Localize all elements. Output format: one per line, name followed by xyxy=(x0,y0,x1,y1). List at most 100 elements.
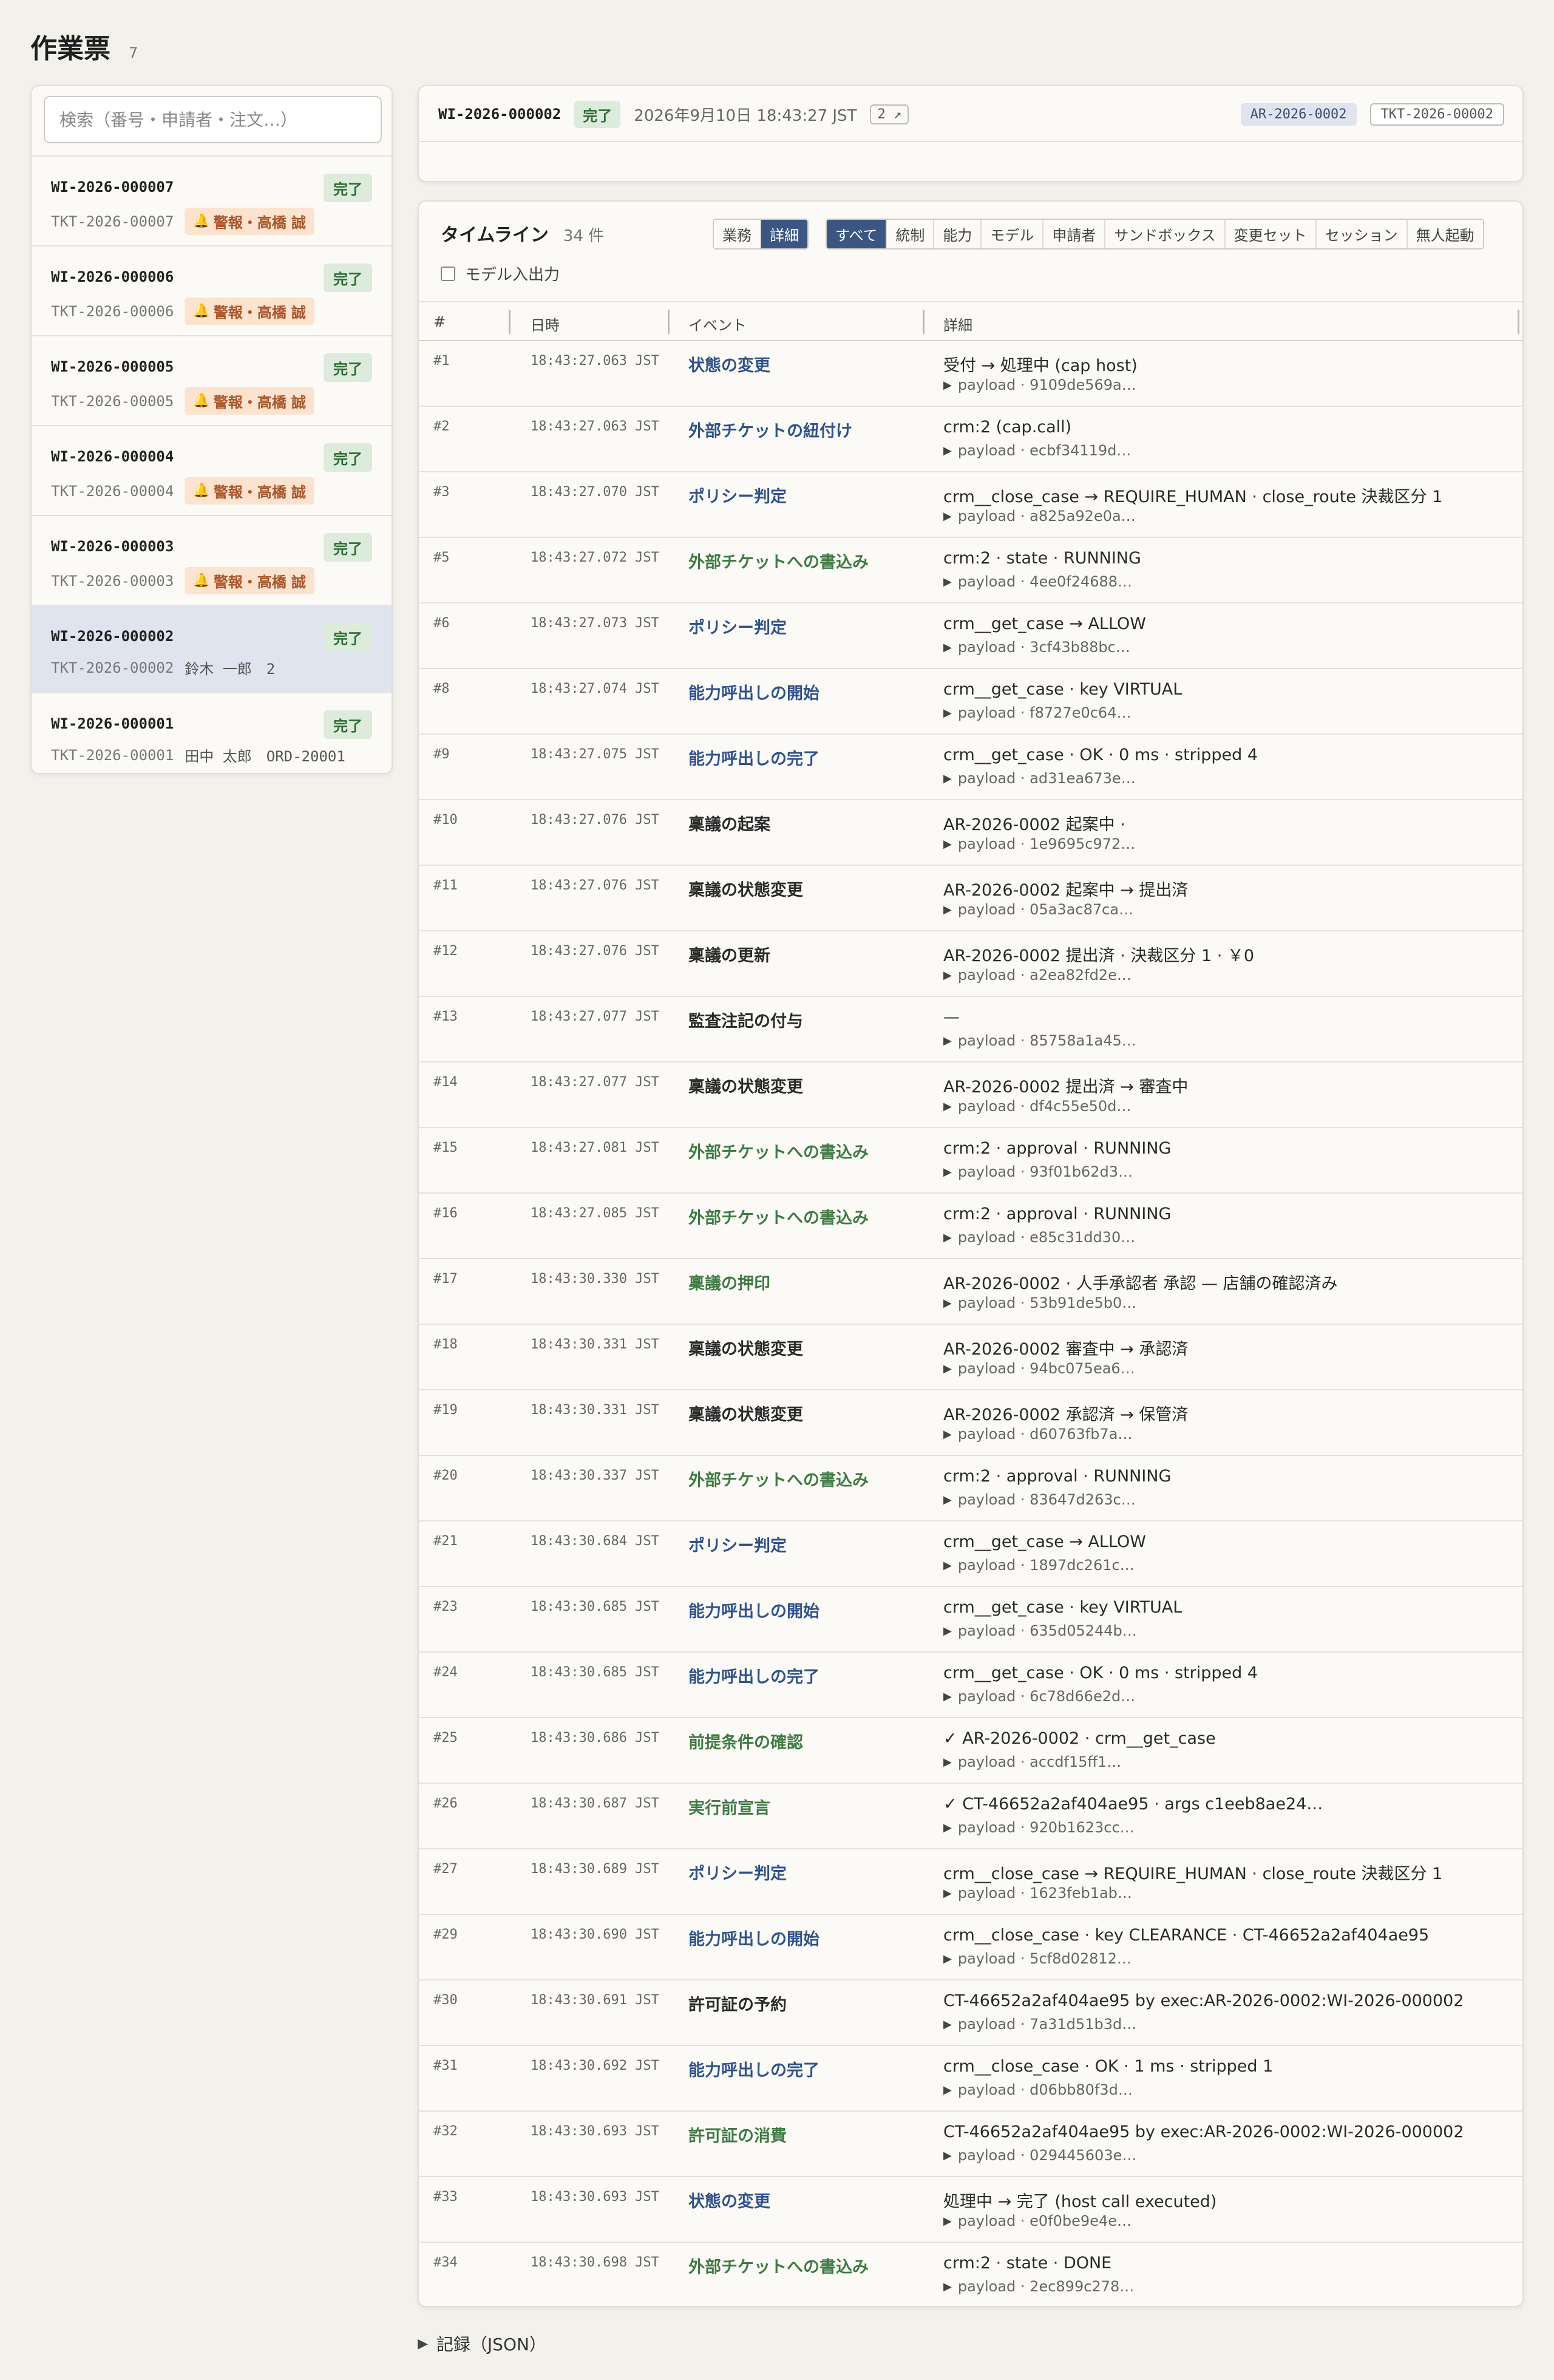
payload-toggle[interactable]: ▶ payload · 029445603e… xyxy=(943,2147,1136,2164)
column-header-num[interactable]: # xyxy=(433,313,446,330)
payload-toggle[interactable]: ▶ payload · accdf15ff1… xyxy=(943,1753,1121,1770)
event-time: 18:43:30.692 JST xyxy=(531,2058,659,2073)
event-time: 18:43:27.074 JST xyxy=(531,681,659,696)
work-item[interactable]: WI-2026-000005 完了 TKT-2026-00005 🔔 警報・高橋 誠 xyxy=(32,335,392,425)
column-resize-handle[interactable] xyxy=(509,310,511,334)
payload-toggle[interactable]: ▶ payload · 53b91de5b0… xyxy=(943,1294,1136,1311)
payload-toggle[interactable]: ▶ payload · 635d05244b… xyxy=(943,1622,1137,1639)
payload-toggle[interactable]: ▶ payload · ecbf34119d… xyxy=(943,442,1131,459)
event-time: 18:43:30.689 JST xyxy=(531,1861,659,1877)
filter-tab-0[interactable]: すべて xyxy=(827,220,887,248)
event-type: 外部チケットの紐付け xyxy=(688,422,852,441)
filter-tab-8[interactable]: 無人起動 xyxy=(1407,220,1483,248)
table-row: #32 18:43:30.693 JST 許可証の消費 CT-46652a2af404… xyxy=(419,2112,1522,2177)
payload-toggle[interactable]: ▶ payload · 9109de569a… xyxy=(943,376,1136,393)
payload-toggle[interactable]: ▶ payload · 93f01b62d3… xyxy=(943,1163,1133,1180)
payload-toggle[interactable]: ▶ payload · 94bc075ea6… xyxy=(943,1360,1135,1377)
payload-toggle[interactable]: ▶ payload · 3cf43b88bc… xyxy=(943,639,1130,656)
payload-toggle[interactable]: ▶ payload · 1e9695c972… xyxy=(943,835,1135,852)
payload-toggle[interactable]: ▶ payload · e0f0be9e4e… xyxy=(943,2212,1132,2229)
payload-toggle[interactable]: ▶ payload · e85c31dd30… xyxy=(943,1229,1135,1246)
view-tab-0[interactable]: 業務 xyxy=(714,220,761,248)
payload-toggle[interactable]: ▶ payload · ad31ea673e… xyxy=(943,770,1136,787)
event-type: 外部チケットへの書込み xyxy=(688,1143,869,1162)
payload-toggle[interactable]: ▶ payload · d60763fb7a… xyxy=(943,1426,1132,1443)
work-item[interactable]: WI-2026-000001 完了 TKT-2026-00001 田中 太郎 ORD-… xyxy=(32,692,392,773)
payload-toggle[interactable]: ▶ payload · 4ee0f24688… xyxy=(943,573,1132,590)
payload-toggle[interactable]: ▶ payload · a825a92e0a… xyxy=(943,508,1136,525)
event-detail: crm__get_case · key VIRTUAL xyxy=(943,1598,1182,1617)
view-tab-1[interactable]: 詳細 xyxy=(761,220,807,248)
table-row: #13 18:43:27.077 JST 監査注記の付与 — ▶ payload · 85… xyxy=(419,997,1522,1062)
payload-toggle[interactable]: ▶ payload · f8727e0c64… xyxy=(943,704,1131,721)
payload-toggle[interactable]: ▶ payload · 6c78d66e2d… xyxy=(943,1688,1135,1705)
event-time: 18:43:30.687 JST xyxy=(531,1796,659,1811)
payload-toggle[interactable]: ▶ payload · 2ec899c278… xyxy=(943,2278,1134,2295)
event-detail: — xyxy=(943,1008,960,1027)
filter-tab-3[interactable]: モデル xyxy=(982,220,1044,248)
event-type: 外部チケットへの書込み xyxy=(688,1209,869,1228)
column-resize-handle[interactable] xyxy=(668,310,670,334)
payload-toggle[interactable]: ▶ payload · 1897dc261c… xyxy=(943,1557,1135,1574)
payload-toggle[interactable]: ▶ payload · 920b1623cc… xyxy=(943,1819,1135,1836)
status-badge: 完了 xyxy=(324,174,372,202)
column-resize-handle[interactable] xyxy=(923,310,925,334)
event-time: 18:43:30.686 JST xyxy=(531,1730,659,1746)
event-type: 能力呼出しの完了 xyxy=(688,2061,819,2080)
model-io-toggle[interactable]: モデル入出力 xyxy=(441,262,560,285)
payload-toggle[interactable]: ▶ payload · 83647d263c… xyxy=(943,1491,1136,1508)
work-item-id: WI-2026-000001 xyxy=(51,715,174,732)
approval-request-badge[interactable]: AR-2026-0002 xyxy=(1240,103,1357,126)
ticket-badge[interactable]: TKT-2026-00002 xyxy=(1369,103,1504,126)
event-number: #18 xyxy=(433,1337,458,1352)
event-number: #31 xyxy=(433,2058,458,2073)
event-number: #11 xyxy=(433,878,458,893)
table-row: #2 18:43:27.063 JST 外部チケットの紐付け crm:2 (cap.c… xyxy=(419,407,1522,472)
table-row: #34 18:43:30.698 JST 外部チケットへの書込み crm:2 · st… xyxy=(419,2243,1522,2306)
event-time: 18:43:27.077 JST xyxy=(531,1009,659,1024)
payload-toggle[interactable]: ▶ payload · a2ea82fd2e… xyxy=(943,967,1132,984)
filter-tab-5[interactable]: サンドボックス xyxy=(1105,220,1226,248)
payload-toggle[interactable]: ▶ payload · 1623feb1ab… xyxy=(943,1885,1132,1902)
event-number: #5 xyxy=(433,550,450,565)
work-item[interactable]: WI-2026-000002 完了 TKT-2026-00002 鈴木 一郎 2 xyxy=(32,605,392,692)
filter-tab-7[interactable]: セッション xyxy=(1316,220,1408,248)
payload-toggle[interactable]: ▶ payload · 85758a1a45… xyxy=(943,1032,1136,1049)
filter-tab-6[interactable]: 変更セット xyxy=(1225,220,1317,248)
payload-toggle[interactable]: ▶ payload · 7a31d51b3d… xyxy=(943,2016,1136,2033)
filter-tab-1[interactable]: 統制 xyxy=(887,220,935,248)
work-item[interactable]: WI-2026-000007 完了 TKT-2026-00007 🔔 警報・高橋 誠 xyxy=(32,155,392,245)
work-item[interactable]: WI-2026-000003 完了 TKT-2026-00003 🔔 警報・高橋 誠 xyxy=(32,515,392,605)
json-record-label: 記録（JSON） xyxy=(436,2334,546,2354)
work-item-id: WI-2026-000004 xyxy=(51,448,174,465)
event-number: #6 xyxy=(433,616,450,631)
timeline-panel: タイムライン 34 件 業務 詳細 すべて 統制 能力 モデル 申請者 サンドボックス 変更セ… xyxy=(418,200,1524,2307)
model-io-checkbox[interactable] xyxy=(441,266,455,281)
payload-toggle[interactable]: ▶ payload · 05a3ac87ca… xyxy=(943,901,1133,918)
filter-tab-2[interactable]: 能力 xyxy=(934,220,982,248)
work-item[interactable]: WI-2026-000006 完了 TKT-2026-00006 🔔 警報・高橋 誠 xyxy=(32,245,392,335)
payload-hash: payload · 94bc075ea6… xyxy=(957,1360,1135,1377)
payload-toggle[interactable]: ▶ payload · 5cf8d02812… xyxy=(943,1950,1132,1967)
json-record-toggle[interactable]: ▶ 記録（JSON） xyxy=(418,2331,546,2356)
column-header-time[interactable]: 日時 xyxy=(531,313,560,335)
event-number: #21 xyxy=(433,1534,458,1549)
event-detail: AR-2026-0002 · 人手承認者 承認 — 店舗の確認済み xyxy=(943,1274,1338,1293)
link-count-badge[interactable]: 2 ↗ xyxy=(870,104,909,124)
filter-tab-4[interactable]: 申請者 xyxy=(1043,220,1106,248)
column-resize-handle[interactable] xyxy=(1518,310,1519,334)
search-input[interactable] xyxy=(44,96,382,143)
table-row: #26 18:43:30.687 JST 実行前宣言 ✓ CT-46652a2af40… xyxy=(419,1784,1522,1849)
payload-toggle[interactable]: ▶ payload · d06bb80f3d… xyxy=(943,2081,1133,2098)
event-detail: ✓ AR-2026-0002 · crm__get_case xyxy=(943,1729,1216,1748)
payload-toggle[interactable]: ▶ payload · df4c55e50d… xyxy=(943,1098,1131,1115)
disclosure-triangle-icon: ▶ xyxy=(943,2018,952,2031)
table-row: #16 18:43:27.085 JST 外部チケットへの書込み crm:2 · ap… xyxy=(419,1194,1522,1259)
category-filter: すべて 統制 能力 モデル 申請者 サンドボックス 変更セット セッション 無人起動 xyxy=(826,219,1484,250)
column-header-detail[interactable]: 詳細 xyxy=(943,313,972,335)
column-header-event[interactable]: イベント xyxy=(688,313,747,335)
ticket-id: TKT-2026-00003 xyxy=(51,572,174,590)
status-badge: 完了 xyxy=(324,710,372,739)
page-title: 作業票 xyxy=(30,33,110,64)
work-item[interactable]: WI-2026-000004 完了 TKT-2026-00004 🔔 警報・高橋 誠 xyxy=(32,425,392,515)
